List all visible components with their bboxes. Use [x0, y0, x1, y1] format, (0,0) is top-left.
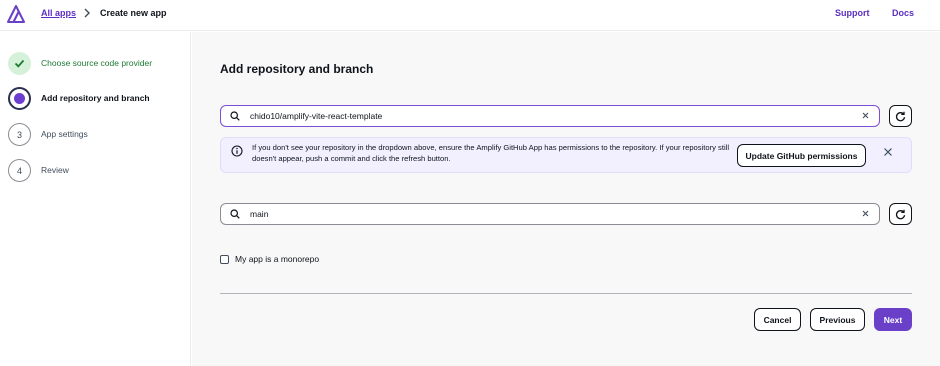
search-icon — [230, 111, 240, 121]
step-complete-indicator — [8, 52, 31, 75]
chevron-right-icon — [84, 8, 90, 18]
refresh-branches-button[interactable] — [889, 203, 912, 225]
step-number: 4 — [8, 159, 31, 182]
breadcrumb-current-page: Create new app — [100, 8, 167, 18]
step-review: 4 Review — [8, 159, 188, 183]
refresh-repositories-button[interactable] — [889, 105, 912, 127]
amplify-logo-icon[interactable] — [7, 5, 25, 23]
branch-select-input[interactable]: main — [220, 203, 880, 225]
repository-value: chido10/amplify-vite-react-template — [250, 111, 383, 121]
info-message: If you don't see your repository in the … — [252, 143, 730, 163]
clear-icon[interactable] — [861, 111, 870, 120]
top-navigation-bar: All apps Create new app Support Docs — [0, 0, 940, 31]
current-dot — [14, 93, 25, 104]
close-icon[interactable] — [883, 147, 893, 157]
clear-icon[interactable] — [861, 209, 870, 218]
monorepo-checkbox-label[interactable]: My app is a monorepo — [235, 254, 319, 264]
main-content: Add repository and branch chido10/amplif… — [192, 32, 940, 366]
step-number: 3 — [8, 123, 31, 146]
step-label: Choose source code provider — [41, 58, 153, 68]
wizard-steps-sidebar: Choose source code provider Add reposito… — [0, 32, 191, 366]
divider — [220, 293, 912, 294]
cancel-button[interactable]: Cancel — [754, 308, 801, 331]
step-app-settings: 3 App settings — [8, 123, 188, 147]
repository-select-input[interactable]: chido10/amplify-vite-react-template — [220, 105, 880, 127]
check-icon — [14, 59, 25, 68]
previous-button[interactable]: Previous — [810, 308, 865, 331]
page-title: Add repository and branch — [220, 62, 374, 76]
step-choose-source[interactable]: Choose source code provider — [8, 52, 188, 76]
refresh-icon — [895, 111, 906, 121]
step-current-indicator — [8, 87, 31, 110]
refresh-icon — [895, 209, 906, 219]
update-github-permissions-button[interactable]: Update GitHub permissions — [737, 144, 866, 167]
breadcrumb-all-apps-link[interactable]: All apps — [41, 8, 76, 18]
monorepo-checkbox[interactable] — [220, 255, 229, 264]
step-label: Review — [41, 165, 69, 175]
step-add-repository[interactable]: Add repository and branch — [8, 87, 188, 111]
next-button[interactable]: Next — [874, 308, 912, 331]
info-icon — [231, 145, 243, 157]
branch-value: main — [250, 209, 269, 219]
support-link[interactable]: Support — [835, 8, 870, 18]
docs-link[interactable]: Docs — [892, 8, 914, 18]
permissions-info-alert: If you don't see your repository in the … — [220, 137, 912, 173]
step-label: App settings — [41, 129, 88, 139]
step-label: Add repository and branch — [41, 93, 150, 103]
search-icon — [230, 209, 240, 219]
